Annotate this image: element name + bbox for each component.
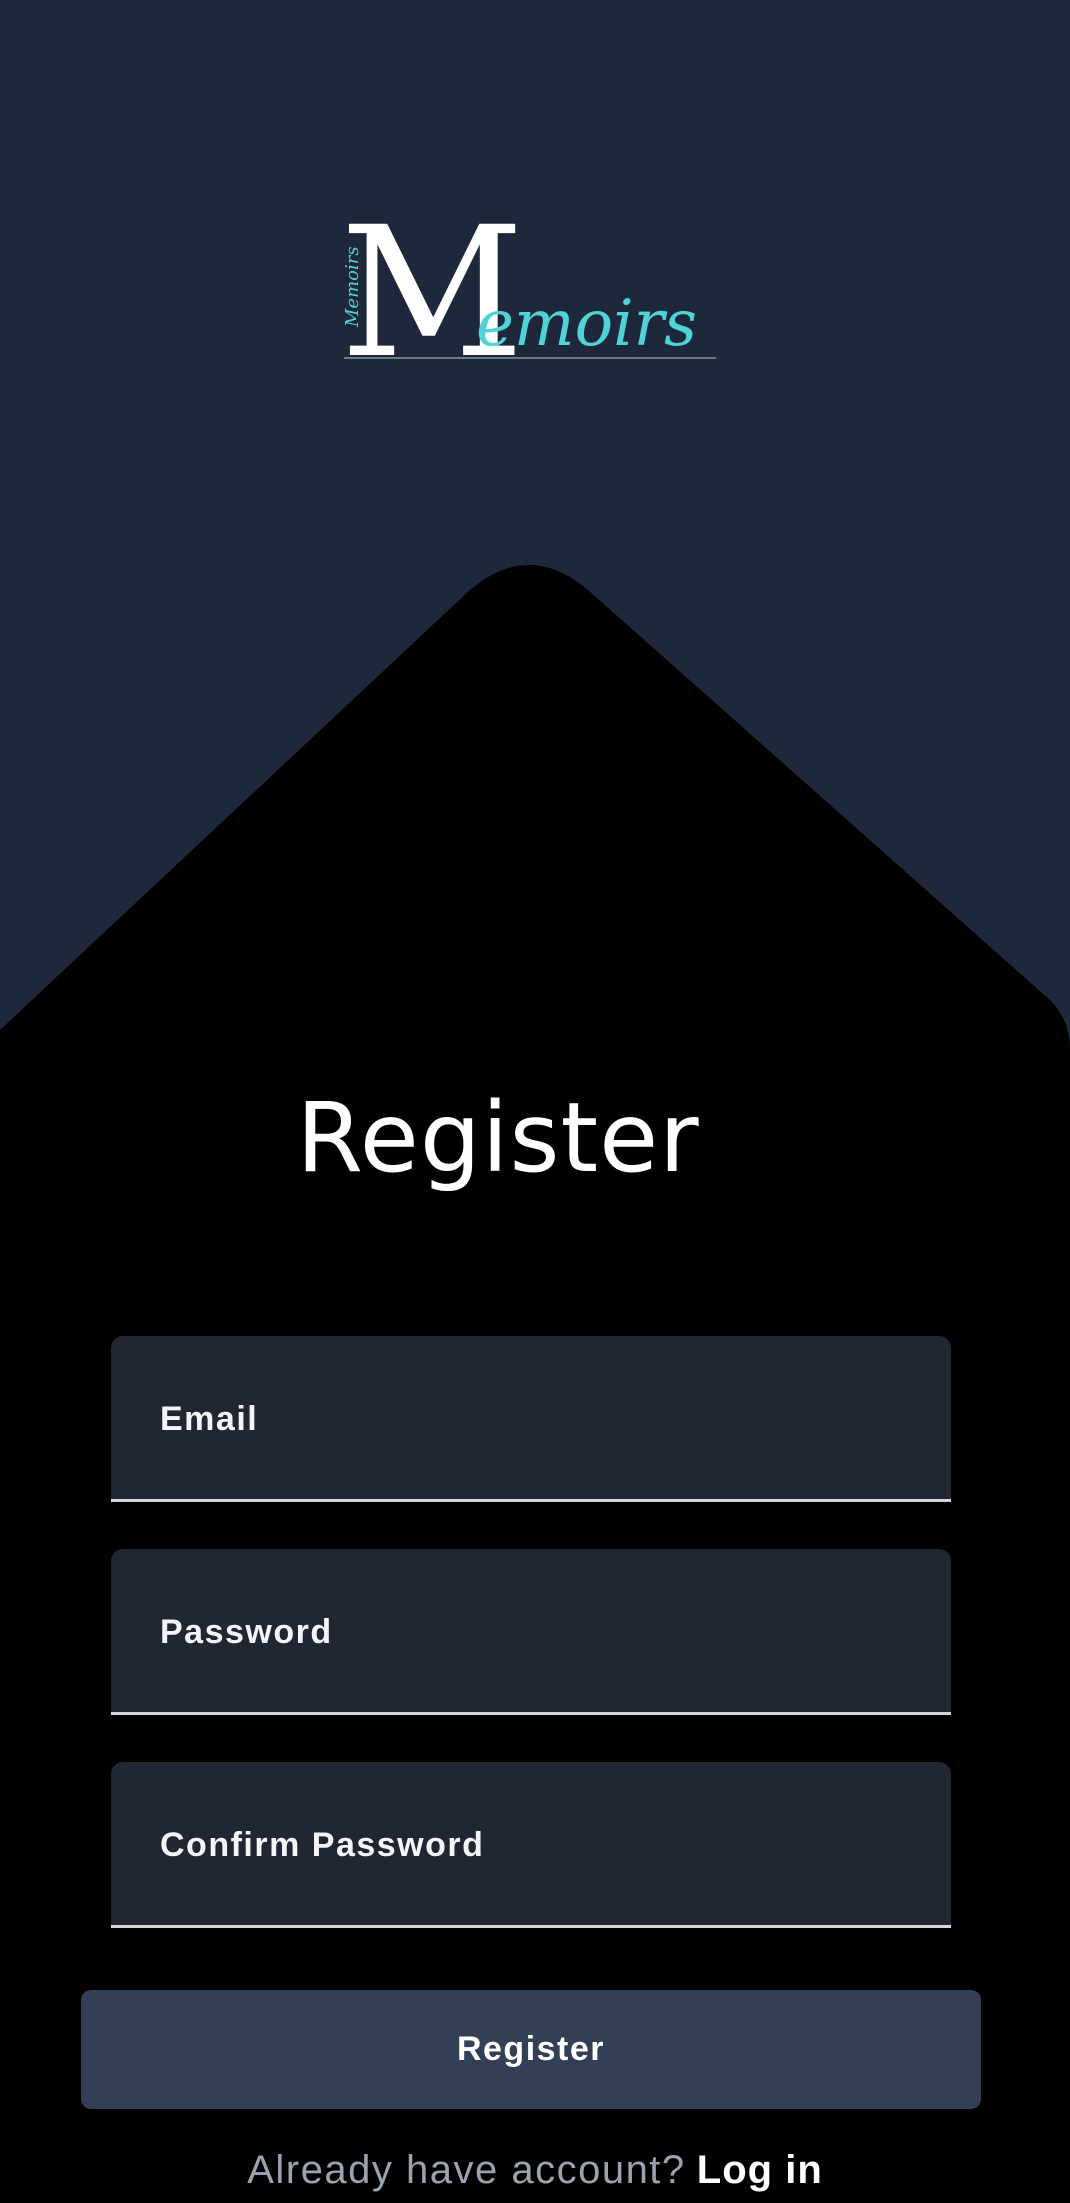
svg-text:Memoirs: Memoirs xyxy=(342,246,363,328)
register-screen: M emoirs Memoirs Register Email Password… xyxy=(0,0,1070,2203)
memoirs-logo: M emoirs Memoirs xyxy=(330,205,730,375)
login-prompt: Already have account? Log in xyxy=(0,2148,1070,2193)
login-prompt-text: Already have account? xyxy=(247,2148,686,2192)
password-field[interactable]: Password xyxy=(111,1549,951,1715)
login-link[interactable]: Log in xyxy=(697,2148,823,2192)
confirm-password-field[interactable]: Confirm Password xyxy=(111,1762,951,1928)
page-title: Register xyxy=(296,1082,700,1194)
email-label: Email xyxy=(160,1400,259,1438)
confirm-password-label: Confirm Password xyxy=(160,1826,485,1864)
email-field[interactable]: Email xyxy=(111,1336,951,1502)
password-label: Password xyxy=(160,1613,333,1651)
register-button[interactable]: Register xyxy=(81,1990,981,2109)
svg-text:emoirs: emoirs xyxy=(476,287,697,361)
